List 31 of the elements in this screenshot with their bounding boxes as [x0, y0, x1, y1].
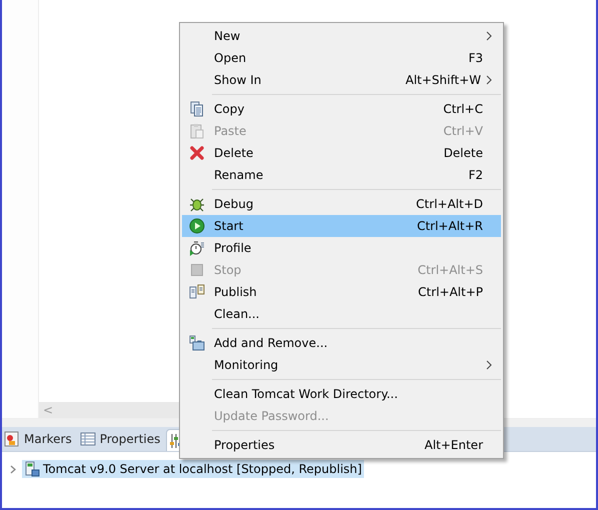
menu-item[interactable]: Copy Ctrl+C	[182, 98, 501, 120]
menu-item[interactable]: Add and Remove...	[182, 332, 501, 354]
stop-icon	[191, 264, 203, 276]
menu-item[interactable]: Monitoring	[182, 354, 501, 376]
menu-item[interactable]: Show In Alt+Shift+W	[182, 69, 501, 91]
play-icon	[189, 218, 205, 234]
menu-item[interactable]: Open F3	[182, 47, 501, 69]
menu-item[interactable]: Profile	[182, 237, 501, 259]
tree-item[interactable]: Tomcat v9.0 Server at localhost [Stopped, Republish]	[22, 460, 364, 478]
menu-item[interactable]: Properties Alt+Enter	[182, 434, 501, 456]
menu-item[interactable]: Start Ctrl+Alt+R	[182, 215, 501, 237]
server-folder-icon	[189, 335, 205, 351]
menu-item[interactable]: Rename F2	[182, 164, 501, 186]
menu-item[interactable]: Delete Delete	[182, 142, 501, 164]
clipboard-icon	[190, 123, 204, 139]
delete-icon	[190, 146, 204, 160]
table-icon	[80, 432, 96, 446]
bug-icon	[189, 196, 205, 212]
menu-item[interactable]: Debug Ctrl+Alt+D	[182, 193, 501, 215]
publish-icon	[189, 284, 205, 300]
copy-icon	[190, 101, 204, 117]
menu-item[interactable]: Clean...	[182, 303, 501, 325]
chevron-right-icon[interactable]	[10, 464, 16, 474]
view-tab[interactable]: Properties	[78, 427, 166, 451]
view-tab[interactable]: Markers	[2, 427, 78, 451]
stopwatch-icon	[189, 240, 205, 256]
markers-icon	[4, 431, 20, 447]
menu-item[interactable]: Clean Tomcat Work Directory...	[182, 383, 501, 405]
menu-item[interactable]: Publish Ctrl+Alt+P	[182, 281, 501, 303]
menu-item[interactable]: New	[182, 25, 501, 47]
server-icon	[24, 461, 40, 477]
